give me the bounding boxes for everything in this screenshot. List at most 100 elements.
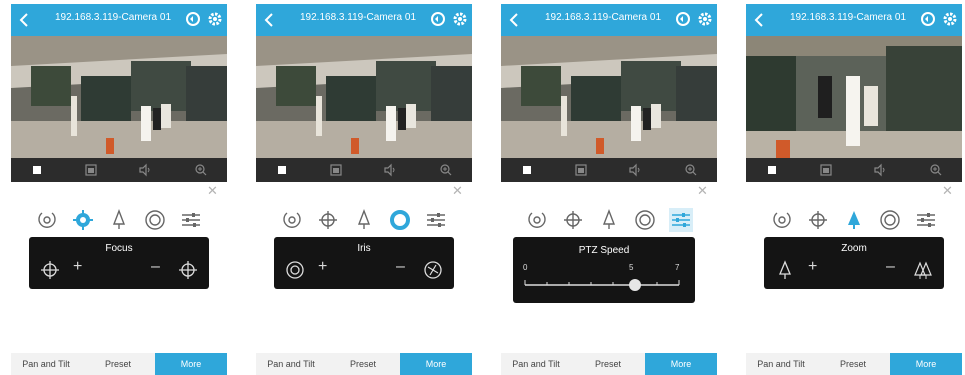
store-scene-image [11, 36, 227, 158]
zoom-tree-icon[interactable] [107, 208, 131, 232]
focus-icon[interactable] [806, 208, 830, 232]
back-icon[interactable] [507, 10, 521, 30]
snapshot-icon[interactable] [573, 162, 589, 178]
stop-icon[interactable] [764, 162, 780, 178]
iris-open-icon[interactable] [284, 259, 306, 281]
camera-video-feed[interactable] [256, 36, 472, 158]
app-header: 192.168.3.119-Camera 01 [11, 4, 227, 36]
back-icon[interactable] [17, 10, 31, 30]
camera-video-feed[interactable] [746, 36, 962, 158]
zoom-tree-icon[interactable] [597, 208, 621, 232]
video-control-bar [256, 158, 472, 182]
tab-more[interactable]: More [400, 353, 472, 375]
tab-pan-and-tilt[interactable]: Pan and Tilt [501, 353, 571, 375]
camera-video-feed[interactable] [11, 36, 227, 158]
tab-more[interactable]: More [155, 353, 227, 375]
tab-more[interactable]: More [890, 353, 962, 375]
zoom-tree-icon[interactable] [842, 208, 866, 232]
snapshot-icon[interactable] [818, 162, 834, 178]
speed-sliders-icon[interactable] [424, 208, 448, 232]
tab-preset[interactable]: Preset [573, 353, 643, 375]
zoom-in-icon[interactable] [438, 162, 454, 178]
snapshot-icon[interactable] [328, 162, 344, 178]
speed-slider[interactable] [519, 275, 691, 295]
app-header: 192.168.3.119-Camera 01 [256, 4, 472, 36]
video-control-bar [746, 158, 962, 182]
focus-icon[interactable] [316, 208, 340, 232]
back-icon[interactable] [752, 10, 766, 30]
more-controls-panel: ✕ Zoom + – [746, 182, 962, 352]
zoom-in-icon[interactable] [928, 162, 944, 178]
gear-icon[interactable] [942, 11, 958, 27]
close-icon[interactable]: ✕ [452, 184, 463, 198]
camera-title: 192.168.3.119-Camera 01 [55, 12, 172, 23]
zoom-in-icon[interactable] [683, 162, 699, 178]
close-icon[interactable]: ✕ [942, 184, 953, 198]
snapshot-icon[interactable] [83, 162, 99, 178]
speed-slider-knob[interactable] [629, 279, 641, 291]
speed-sliders-icon[interactable] [179, 208, 203, 232]
close-icon[interactable]: ✕ [207, 184, 218, 198]
stop-icon[interactable] [519, 162, 535, 178]
minus-icon[interactable]: – [886, 257, 895, 277]
rotate-view-icon[interactable] [525, 208, 549, 232]
rotate-view-icon[interactable] [280, 208, 304, 232]
speed-sliders-icon[interactable] [914, 208, 938, 232]
stop-icon[interactable] [274, 162, 290, 178]
focus-icon[interactable] [561, 208, 585, 232]
minus-icon[interactable]: – [396, 257, 405, 277]
stop-icon[interactable] [29, 162, 45, 178]
more-controls-panel: ✕ Focus + – [11, 182, 227, 352]
iris-icon[interactable] [633, 208, 657, 232]
tab-more[interactable]: More [645, 353, 717, 375]
focus-icon[interactable] [71, 208, 95, 232]
speaker-icon[interactable] [627, 162, 643, 178]
focus-far-icon[interactable] [177, 259, 199, 281]
rotate-icon[interactable] [920, 11, 936, 27]
tab-preset[interactable]: Preset [83, 353, 153, 375]
store-scene-image [256, 36, 472, 158]
tab-preset[interactable]: Preset [818, 353, 888, 375]
speed-mid-label: 5 [629, 263, 634, 272]
tab-preset[interactable]: Preset [328, 353, 398, 375]
rotate-icon[interactable] [675, 11, 691, 27]
camera-video-feed[interactable] [501, 36, 717, 158]
speed-sliders-icon[interactable] [669, 208, 693, 232]
more-controls-panel: ✕ PTZ Speed 0 5 7 [501, 182, 717, 352]
minus-icon[interactable]: – [151, 257, 160, 277]
bottom-tab-bar: Pan and Tilt Preset More [746, 353, 962, 375]
gear-icon[interactable] [207, 11, 223, 27]
back-icon[interactable] [262, 10, 276, 30]
close-icon[interactable]: ✕ [697, 184, 708, 198]
iris-icon[interactable] [878, 208, 902, 232]
zoom-out-trees-icon[interactable] [912, 259, 934, 281]
bottom-tab-bar: Pan and Tilt Preset More [11, 353, 227, 375]
control-label: Iris [357, 243, 371, 254]
zoom-in-icon[interactable] [193, 162, 209, 178]
video-control-bar [501, 158, 717, 182]
zoom-in-tree-icon[interactable] [774, 259, 796, 281]
iris-close-icon[interactable] [422, 259, 444, 281]
phone-screen-ptz-speed: 192.168.3.119-Camera 01 ✕ PTZ Speed 0 5 … [501, 4, 717, 375]
rotate-icon[interactable] [430, 11, 446, 27]
app-header: 192.168.3.119-Camera 01 [501, 4, 717, 36]
focus-near-icon[interactable] [39, 259, 61, 281]
app-header: 192.168.3.119-Camera 01 [746, 4, 962, 36]
speaker-icon[interactable] [137, 162, 153, 178]
iris-icon[interactable] [143, 208, 167, 232]
rotate-icon[interactable] [185, 11, 201, 27]
speaker-icon[interactable] [872, 162, 888, 178]
rotate-view-icon[interactable] [770, 208, 794, 232]
iris-icon[interactable] [388, 208, 412, 232]
tab-pan-and-tilt[interactable]: Pan and Tilt [746, 353, 816, 375]
plus-icon[interactable]: + [318, 257, 327, 277]
plus-icon[interactable]: + [73, 257, 82, 277]
plus-icon[interactable]: + [808, 257, 817, 277]
gear-icon[interactable] [697, 11, 713, 27]
zoom-tree-icon[interactable] [352, 208, 376, 232]
rotate-view-icon[interactable] [35, 208, 59, 232]
tab-pan-and-tilt[interactable]: Pan and Tilt [256, 353, 326, 375]
tab-pan-and-tilt[interactable]: Pan and Tilt [11, 353, 81, 375]
speaker-icon[interactable] [382, 162, 398, 178]
gear-icon[interactable] [452, 11, 468, 27]
